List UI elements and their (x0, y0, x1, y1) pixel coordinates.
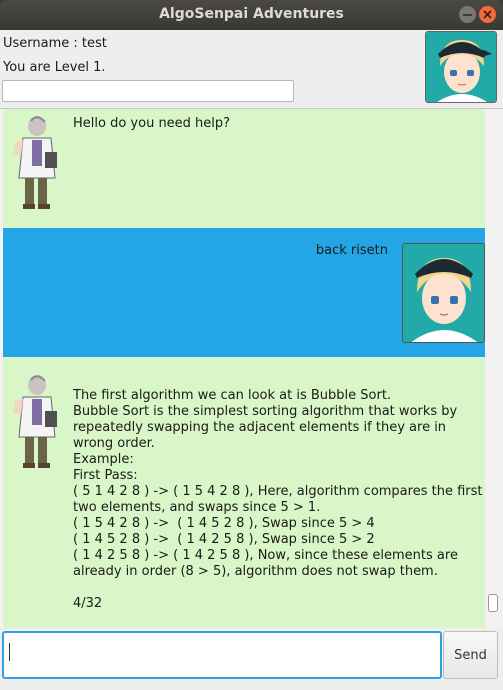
chat-area[interactable]: Hello do you need help? back risetn The … (0, 108, 503, 628)
trainer-girl-avatar-icon (402, 243, 485, 343)
send-button[interactable]: Send (443, 631, 498, 679)
bot-message: The first algorithm we can look at is Bu… (3, 357, 485, 628)
level-label: You are Level 1. (3, 60, 106, 75)
username-label: Username : test (3, 36, 107, 51)
minimize-icon[interactable] (459, 6, 476, 23)
user-header: Username : test You are Level 1. (0, 30, 503, 108)
close-icon[interactable] (479, 6, 496, 23)
text-caret (9, 643, 10, 661)
professor-sprite-icon (5, 371, 65, 473)
bot-message-text: Hello do you need help? (73, 116, 231, 131)
trainer-girl-avatar-icon (425, 31, 497, 103)
chat-scrollbar[interactable] (485, 109, 503, 628)
window-titlebar: AlgoSenpai Adventures (0, 0, 503, 30)
header-text-field[interactable] (2, 80, 294, 102)
user-message-text: back risetn (315, 243, 388, 258)
window-title: AlgoSenpai Adventures (159, 6, 344, 22)
professor-sprite-icon (5, 112, 65, 214)
message-input[interactable] (2, 631, 442, 679)
bot-message: Hello do you need help? (3, 109, 485, 228)
message-bar: Send (0, 628, 503, 690)
scrollbar-thumb[interactable] (488, 594, 498, 612)
bot-message-text: The first algorithm we can look at is Bu… (73, 388, 483, 611)
user-message: back risetn (3, 228, 485, 357)
